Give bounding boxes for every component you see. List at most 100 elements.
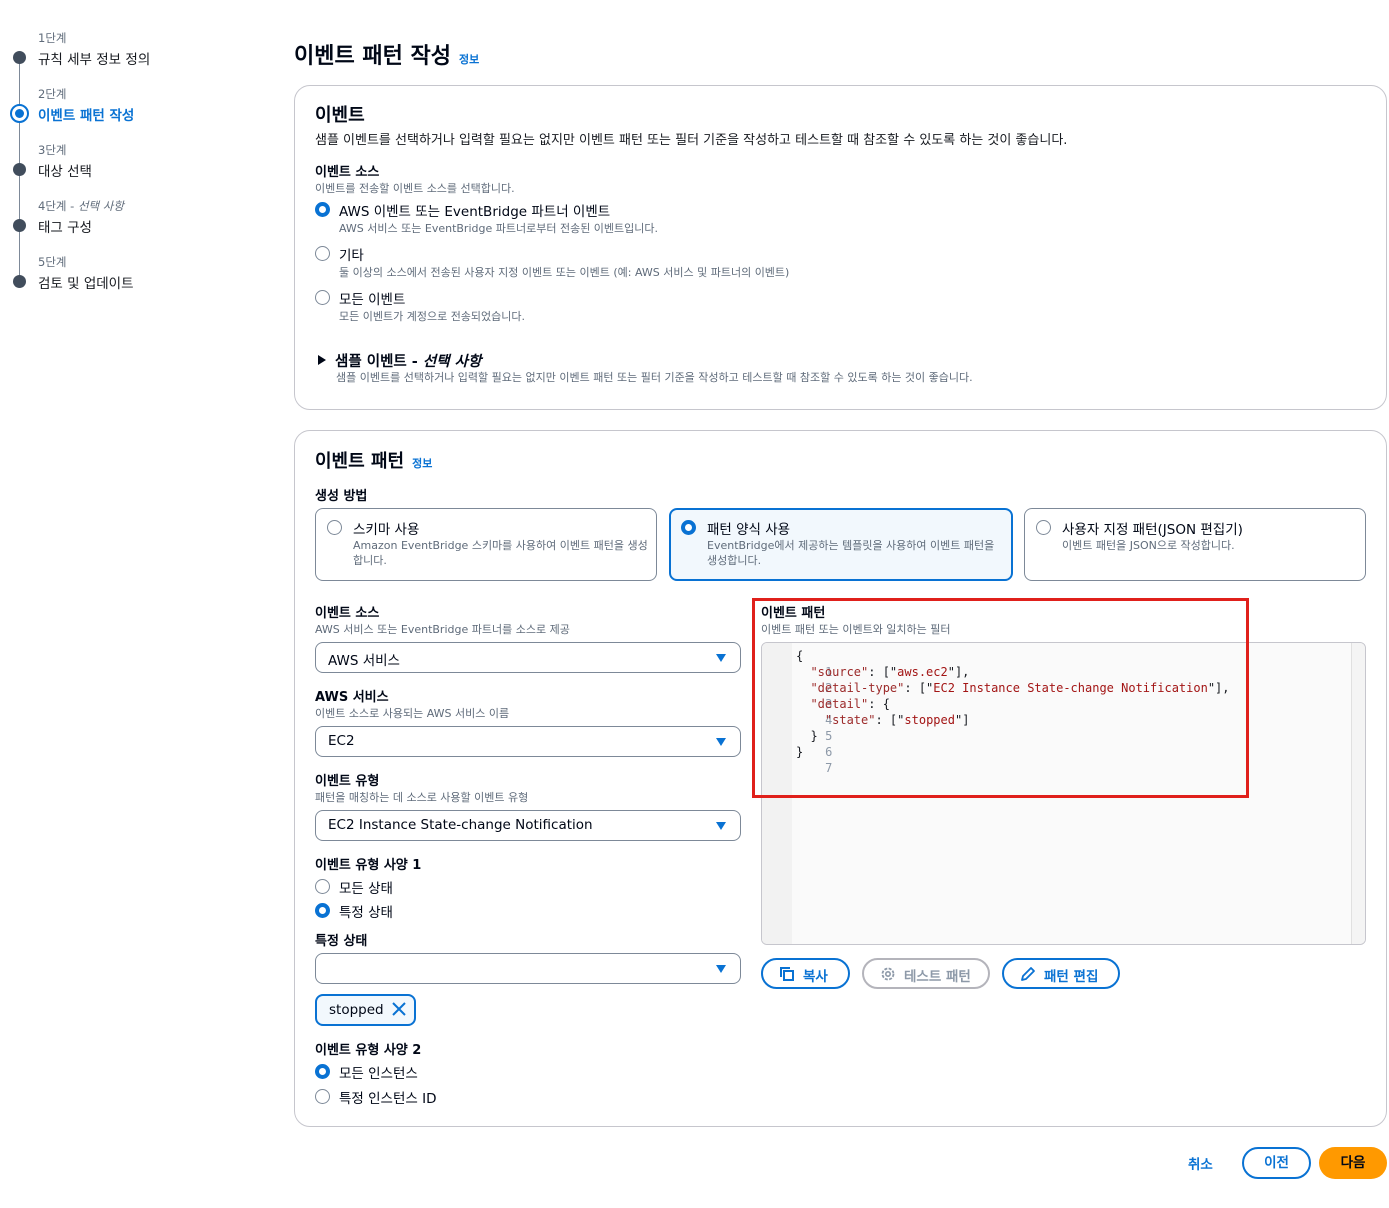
event-source-select-value: AWS 서비스 [328, 653, 400, 669]
step-3-number: 3단계 [38, 143, 67, 157]
radio-aws-events-label[interactable]: AWS 이벤트 또는 EventBridge 파트너 이벤트 [339, 200, 610, 220]
code-text: "detail-type": ["EC2 Instance State-chan… [810, 681, 1230, 695]
spec1-label: 이벤트 유형 사양 1 [315, 858, 422, 873]
step-5[interactable]: 5단계 검토 및 업데이트 [0, 254, 260, 304]
next-button[interactable]: 다음 [1319, 1147, 1387, 1179]
caret-down-icon [716, 654, 726, 662]
radio-aws-events[interactable] [315, 202, 330, 217]
step-1[interactable]: 1단계 규칙 세부 정보 정의 [0, 30, 260, 80]
event-panel-description: 샘플 이벤트를 선택하거나 입력할 필요는 없지만 이벤트 패턴 또는 필터 기… [315, 133, 1068, 148]
event-source-select[interactable]: AWS 서비스 [315, 642, 741, 673]
code-line: 6 } [762, 728, 832, 759]
event-pattern-title: 이벤트 패턴 정보 [315, 447, 432, 473]
tile-custom-json-desc: 이벤트 패턴을 JSON으로 작성합니다. [1062, 539, 1235, 552]
tile-schema[interactable]: 스키마 사용 Amazon EventBridge 스키마를 사용하여 이벤트 … [315, 508, 657, 581]
event-pattern-title-text: 이벤트 패턴 [315, 451, 405, 472]
radio-specific-state-label[interactable]: 특정 상태 [339, 901, 393, 921]
event-type-select[interactable]: EC2 Instance State-change Notification [315, 810, 741, 841]
previous-button[interactable]: 이전 [1242, 1147, 1311, 1179]
event-pattern-info-link[interactable]: 정보 [412, 457, 432, 470]
radio-all-states-label[interactable]: 모든 상태 [339, 877, 393, 897]
caret-down-icon [716, 965, 726, 973]
tile-pattern-form[interactable]: 패턴 양식 사용 EventBridge에서 제공하는 템플릿을 사용하여 이벤… [669, 508, 1013, 581]
step-4-label: 태그 구성 [38, 220, 92, 236]
pattern-code-editor[interactable]: 1{ 2 "source": ["aws.ec2"], 3 "detail-ty… [761, 642, 1366, 945]
aws-service-desc: 이벤트 소스로 사용되는 AWS 서비스 이름 [315, 707, 510, 720]
copy-button-label: 복사 [803, 969, 828, 985]
radio-specific-state[interactable] [315, 903, 330, 918]
tile-pattern-form-radio[interactable] [681, 520, 696, 535]
sample-event-title: 샘플 이벤트 - 선택 사항 [335, 350, 481, 371]
tile-pattern-form-title: 패턴 양식 사용 [707, 522, 791, 538]
radio-aws-events-desc: AWS 서비스 또는 EventBridge 파트너로부터 전송된 이벤트입니다… [339, 222, 659, 235]
code-text: { [796, 649, 804, 663]
step-3[interactable]: 3단계 대상 선택 [0, 142, 260, 192]
tile-custom-json-radio[interactable] [1036, 520, 1051, 535]
line-number: 7 [825, 761, 833, 775]
close-icon[interactable] [391, 1001, 407, 1017]
tile-custom-json-title: 사용자 지정 패턴(JSON 편집기) [1062, 522, 1243, 538]
step-4-number-text: 4단계 - [38, 199, 78, 213]
pencil-icon [1021, 967, 1035, 981]
step-2-label: 이벤트 패턴 작성 [38, 108, 135, 124]
radio-all-events[interactable] [315, 290, 330, 305]
radio-all-instances-label[interactable]: 모든 인스턴스 [339, 1062, 418, 1082]
code-line: 2 "source": ["aws.ec2"], [762, 664, 969, 695]
radio-all-states[interactable] [315, 879, 330, 894]
edit-pattern-button[interactable]: 패턴 편집 [1002, 958, 1120, 989]
step-1-label: 규칙 세부 정보 정의 [38, 52, 151, 68]
event-panel-title: 이벤트 [315, 105, 365, 126]
step-3-dot [13, 163, 26, 176]
radio-specific-instance[interactable] [315, 1089, 330, 1104]
page-info-link[interactable]: 정보 [459, 53, 479, 66]
aws-service-label: AWS 서비스 [315, 690, 389, 705]
pattern-editor-desc: 이벤트 패턴 또는 이벤트와 일치하는 필터 [761, 623, 951, 636]
event-type-label: 이벤트 유형 [315, 774, 380, 789]
state-token-label: stopped [329, 1002, 384, 1018]
creation-method-label: 생성 방법 [315, 489, 368, 504]
tile-custom-json[interactable]: 사용자 지정 패턴(JSON 편집기) 이벤트 패턴을 JSON으로 작성합니다… [1024, 508, 1366, 581]
event-source-label: 이벤트 소스 [315, 165, 380, 180]
aws-service-select[interactable]: EC2 [315, 726, 741, 757]
step-2-dot [10, 104, 29, 123]
step-2[interactable]: 2단계 이벤트 패턴 작성 [0, 86, 260, 136]
step-2-number: 2단계 [38, 87, 67, 101]
caret-down-icon [716, 822, 726, 830]
code-line: 4 "detail": { [762, 696, 889, 727]
copy-button[interactable]: 복사 [761, 958, 850, 989]
radio-all-instances[interactable] [315, 1064, 330, 1079]
sample-event-title-text: 샘플 이벤트 - [335, 354, 423, 370]
event-type-select-value: EC2 Instance State-change Notification [328, 817, 593, 833]
radio-specific-instance-label[interactable]: 특정 인스턴스 ID [339, 1087, 436, 1107]
tile-schema-radio[interactable] [327, 520, 342, 535]
edit-pattern-button-label: 패턴 편집 [1044, 969, 1099, 985]
pattern-source-label: 이벤트 소스 [315, 606, 380, 621]
step-5-number: 5단계 [38, 255, 67, 269]
step-4-number: 4단계 - 선택 사항 [38, 198, 124, 214]
specific-state-label: 특정 상태 [315, 934, 368, 949]
page-title-text: 이벤트 패턴 작성 [294, 44, 451, 69]
step-5-label: 검토 및 업데이트 [38, 276, 134, 292]
radio-other-desc: 둘 이상의 소스에서 전송된 사용자 지정 이벤트 또는 이벤트 (예: AWS… [339, 266, 790, 279]
wizard-steps: 1단계 규칙 세부 정보 정의 2단계 이벤트 패턴 작성 3단계 대상 선택 … [0, 0, 270, 320]
radio-other-label[interactable]: 기타 [339, 244, 364, 264]
pattern-editor-label: 이벤트 패턴 [761, 606, 826, 621]
step-1-dot [13, 51, 26, 64]
pattern-source-desc: AWS 서비스 또는 EventBridge 파트너를 소스로 제공 [315, 623, 570, 636]
step-4[interactable]: 4단계 - 선택 사항 태그 구성 [0, 198, 260, 248]
code-text: } [796, 729, 818, 743]
code-line: 1{ [762, 648, 832, 679]
code-text: "source": ["aws.ec2"], [810, 665, 970, 679]
test-pattern-button[interactable]: 테스트 패턴 [862, 958, 990, 989]
caret-down-icon [716, 738, 726, 746]
radio-all-events-label[interactable]: 모든 이벤트 [339, 288, 405, 308]
code-text: "state": ["stopped"] [824, 713, 970, 727]
code-line: 7} [762, 744, 832, 775]
radio-other[interactable] [315, 246, 330, 261]
event-panel: 이벤트 샘플 이벤트를 선택하거나 입력할 필요는 없지만 이벤트 패턴 또는 … [294, 85, 1387, 410]
editor-scrollbar[interactable] [1351, 643, 1365, 944]
specific-state-select[interactable] [315, 953, 741, 984]
step-1-number: 1단계 [38, 31, 67, 45]
code-line: 3 "detail-type": ["EC2 Instance State-ch… [762, 680, 1229, 711]
cancel-button[interactable]: 취소 [1188, 1153, 1213, 1173]
